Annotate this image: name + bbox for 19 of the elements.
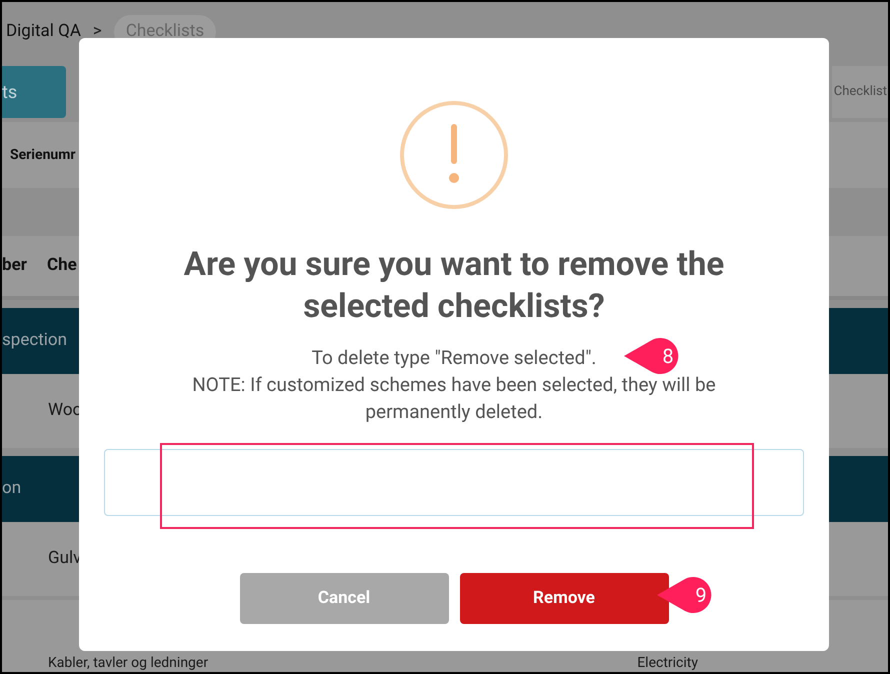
remove-button[interactable]: Remove	[460, 573, 668, 624]
breadcrumb-link[interactable]: Digital QA	[6, 19, 81, 45]
action-button[interactable]: ts	[2, 66, 66, 118]
column-header: Che	[46, 254, 77, 278]
tab[interactable]: Checklist	[832, 66, 888, 118]
dialog-message: To delete type "Remove selected".	[312, 345, 596, 371]
dialog-title: Are you sure you want to remove the selected checklists?	[182, 244, 726, 328]
breadcrumb-separator: >	[92, 20, 102, 44]
table-cell: Kabler, tavler og ledninger	[48, 655, 208, 672]
table-cell-text: Gulv	[48, 547, 82, 570]
warning-icon	[399, 100, 509, 210]
table-cell: Electricity	[637, 655, 698, 672]
column-header: ber	[2, 254, 27, 278]
confirm-input[interactable]	[104, 449, 804, 516]
cancel-button[interactable]: Cancel	[240, 573, 448, 624]
dialog-message: NOTE: If customized schemes have been selected, they will be permanently deleted.	[191, 372, 717, 425]
group-title: spection	[2, 329, 68, 352]
filter-label: Serienumr	[10, 146, 76, 164]
group-title: on	[2, 477, 22, 500]
